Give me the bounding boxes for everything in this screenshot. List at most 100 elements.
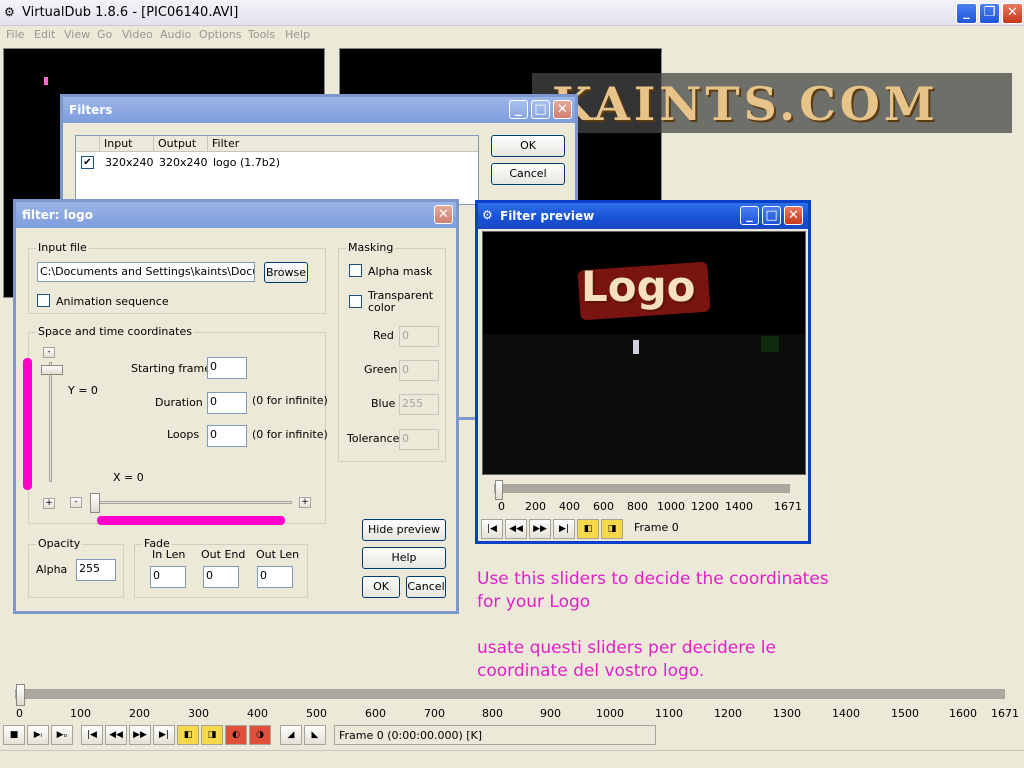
- selection-end-icon[interactable]: ◣: [304, 725, 326, 745]
- y-minus-button[interactable]: -: [43, 347, 55, 358]
- y-slider-highlight: [23, 358, 32, 490]
- timeline-tick: 200: [129, 707, 150, 720]
- close-icon[interactable]: ✕: [553, 100, 572, 119]
- preview-timeline-track[interactable]: [494, 484, 790, 493]
- app-icon: ⚙: [4, 5, 15, 19]
- preview-timeline-thumb[interactable]: [495, 480, 503, 500]
- red-label: Red: [373, 329, 394, 342]
- end-icon[interactable]: ▶|: [553, 519, 575, 539]
- logo-cancel-button[interactable]: Cancel: [406, 576, 446, 598]
- x-slider-track[interactable]: [90, 501, 292, 504]
- opacity-label: Opacity: [36, 537, 83, 550]
- status-bar: [0, 750, 1024, 768]
- y-slider-track[interactable]: [49, 362, 52, 482]
- column-filter[interactable]: Filter: [208, 136, 478, 151]
- preview-tick: 1000: [657, 500, 685, 513]
- close-icon[interactable]: ✕: [1002, 3, 1023, 24]
- play-input-icon[interactable]: ▶ᵢ: [27, 725, 49, 745]
- scene-forward-icon[interactable]: ◨: [601, 519, 623, 539]
- logo-titlebar: filter: logo ✕: [16, 202, 456, 228]
- out-len-label: Out Len: [256, 548, 300, 561]
- logo-ok-button[interactable]: OK: [362, 576, 400, 598]
- timeline-tick: 400: [247, 707, 268, 720]
- preview-logo-text: Logo: [581, 262, 696, 311]
- timeline-tick: 900: [540, 707, 561, 720]
- annotation-en-line1: Use this sliders to decide the coordinat…: [477, 569, 829, 589]
- end-icon[interactable]: ▶|: [153, 725, 175, 745]
- alpha-input[interactable]: 255: [76, 559, 116, 581]
- tolerance-input[interactable]: 0: [399, 429, 439, 450]
- y-plus-button[interactable]: +: [43, 498, 55, 509]
- restore-icon[interactable]: ❐: [979, 3, 1000, 24]
- column-output[interactable]: Output: [154, 136, 208, 151]
- start-icon[interactable]: |◀: [481, 519, 503, 539]
- x-plus-button[interactable]: +: [299, 497, 311, 508]
- out-end-label: Out End: [201, 548, 246, 561]
- menu-tools[interactable]: Tools: [248, 28, 275, 41]
- play-output-icon[interactable]: ▶ₒ: [51, 725, 73, 745]
- scene-forward-icon[interactable]: ◨: [201, 725, 223, 745]
- in-len-input[interactable]: 0: [150, 566, 186, 588]
- menu-view[interactable]: View: [64, 28, 90, 41]
- preview-frame-text: Frame 0: [634, 521, 679, 534]
- minimize-icon[interactable]: _: [956, 3, 977, 24]
- main-timeline-track[interactable]: [15, 689, 1005, 699]
- browse-button[interactable]: Browse: [264, 262, 308, 283]
- starting-frame-label: Starting frame: [131, 362, 211, 375]
- prev-key-icon[interactable]: ◀◀: [105, 725, 127, 745]
- x-minus-button[interactable]: -: [70, 497, 82, 508]
- selection-start-icon[interactable]: ◢: [280, 725, 302, 745]
- preview-tick: 1200: [691, 500, 719, 513]
- out-len-input[interactable]: 0: [257, 566, 293, 588]
- maximize-icon[interactable]: □: [531, 100, 550, 119]
- preview-app-icon: ⚙: [482, 208, 493, 222]
- input-file-label: Input file: [36, 241, 89, 254]
- minimize-icon[interactable]: _: [740, 206, 759, 225]
- mark-out-icon[interactable]: ◑: [249, 725, 271, 745]
- start-icon[interactable]: |◀: [81, 725, 103, 745]
- stop-icon[interactable]: ■: [3, 725, 25, 745]
- duration-input[interactable]: 0: [207, 392, 247, 414]
- alpha-mask-checkbox[interactable]: [349, 264, 362, 277]
- blue-input[interactable]: 255: [399, 394, 439, 415]
- menu-audio[interactable]: Audio: [160, 28, 191, 41]
- filters-cancel-button[interactable]: Cancel: [491, 163, 565, 185]
- maximize-icon[interactable]: □: [762, 206, 781, 225]
- green-input[interactable]: 0: [399, 360, 439, 381]
- menu-go[interactable]: Go: [97, 28, 112, 41]
- transparent-color-checkbox[interactable]: [349, 295, 362, 308]
- close-icon[interactable]: ✕: [434, 205, 453, 224]
- prev-key-icon[interactable]: ◀◀: [505, 519, 527, 539]
- scene-back-icon[interactable]: ◧: [577, 519, 599, 539]
- input-file-path[interactable]: C:\Documents and Settings\kaints\Docume: [37, 262, 255, 282]
- column-input[interactable]: Input: [100, 136, 154, 151]
- filter-list[interactable]: Input Output Filter ✔ 320x240 320x240 lo…: [75, 135, 479, 205]
- menu-video[interactable]: Video: [122, 28, 153, 41]
- menu-help[interactable]: Help: [285, 28, 310, 41]
- out-end-input[interactable]: 0: [203, 566, 239, 588]
- y-slider-thumb[interactable]: [41, 365, 63, 375]
- loops-input[interactable]: 0: [207, 425, 247, 447]
- y-value-label: Y = 0: [68, 384, 98, 397]
- mark-in-icon[interactable]: ◐: [225, 725, 247, 745]
- timeline-tick: 500: [306, 707, 327, 720]
- scene-highlight: [633, 340, 639, 354]
- starting-frame-input[interactable]: 0: [207, 357, 247, 379]
- hide-preview-button[interactable]: Hide preview: [362, 519, 446, 541]
- main-timeline-thumb[interactable]: [16, 684, 25, 706]
- scene-back-icon[interactable]: ◧: [177, 725, 199, 745]
- close-icon[interactable]: ✕: [784, 206, 803, 225]
- animation-sequence-checkbox[interactable]: [37, 294, 50, 307]
- menu-file[interactable]: File: [6, 28, 24, 41]
- filter-enabled-checkbox[interactable]: ✔: [81, 156, 94, 169]
- menu-edit[interactable]: Edit: [34, 28, 55, 41]
- minimize-icon[interactable]: _: [509, 100, 528, 119]
- next-key-icon[interactable]: ▶▶: [529, 519, 551, 539]
- x-slider-thumb[interactable]: [90, 493, 100, 513]
- menu-options[interactable]: Options: [199, 28, 241, 41]
- table-row[interactable]: ✔ 320x240 320x240 logo (1.7b2): [76, 154, 478, 170]
- next-key-icon[interactable]: ▶▶: [129, 725, 151, 745]
- filters-ok-button[interactable]: OK: [491, 135, 565, 157]
- help-button[interactable]: Help: [362, 547, 446, 569]
- red-input[interactable]: 0: [399, 326, 439, 347]
